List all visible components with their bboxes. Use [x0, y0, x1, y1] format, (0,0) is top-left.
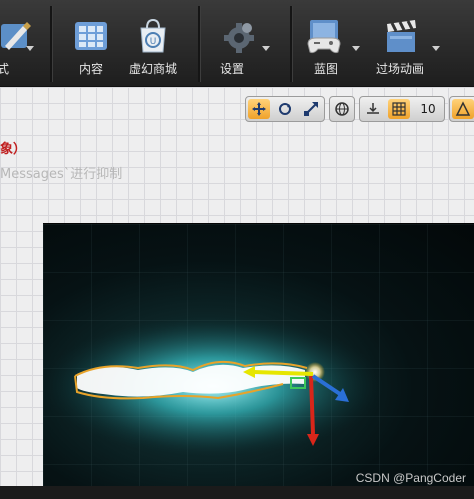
toolbar-marketplace-label: 虚幻商城	[128, 62, 177, 76]
translate-arrows-icon	[252, 102, 266, 116]
toolbar-content-label: 内容	[78, 62, 103, 76]
rotate-tool-button[interactable]	[274, 99, 296, 119]
watermark-text: CSDN @PangCoder	[355, 471, 466, 485]
transform-tools-group	[245, 96, 325, 122]
translate-tool-button[interactable]	[248, 99, 270, 119]
grid-icon	[392, 102, 406, 116]
mode-dropdown-arrow-icon[interactable]	[26, 46, 34, 51]
particle-preview-panel[interactable]: CSDN @PangCoder	[43, 223, 474, 486]
grid-snap-value-dropdown[interactable]: 10	[414, 99, 442, 119]
level-viewport[interactable]: 10 象） Messages`进行抑制 CSDN @PangCoder	[0, 87, 474, 486]
toolbar-blueprints-label: 蓝图	[313, 62, 338, 76]
warning-message-text: Messages`进行抑制	[0, 167, 123, 182]
viewport-toolbar: 10	[245, 96, 474, 122]
sword-trail-effect	[43, 316, 383, 456]
toolbar-marketplace-button[interactable]: U 虚幻商城	[121, 8, 185, 80]
toolbar-mode-label: 式	[0, 62, 9, 76]
toolbar-cinematics-button[interactable]: 过场动画	[368, 8, 444, 80]
main-toolbar: 式 内容 U 虚幻商城 设置 蓝图 过场动画	[0, 0, 474, 87]
bottom-status-strip	[0, 486, 474, 499]
snap-tools-group: 10	[359, 96, 445, 122]
toolbar-cinematics-label: 过场动画	[375, 62, 424, 76]
grid-snap-value: 10	[420, 102, 436, 116]
surface-snap-icon	[367, 103, 379, 114]
content-icon	[75, 22, 107, 50]
settings-dropdown-arrow-icon[interactable]	[262, 46, 270, 51]
world-space-button[interactable]	[331, 99, 353, 119]
blueprint-controller-icon	[307, 20, 341, 54]
cinematics-dropdown-arrow-icon[interactable]	[432, 46, 440, 51]
blueprints-dropdown-arrow-icon[interactable]	[352, 46, 360, 51]
settings-gear-icon	[224, 23, 254, 53]
globe-icon	[335, 102, 349, 116]
rotate-icon	[279, 103, 291, 115]
cinematics-clapper-icon	[387, 20, 417, 52]
toolbar-blueprints-button[interactable]: 蓝图	[298, 8, 364, 80]
svg-text:U: U	[150, 37, 157, 47]
marketplace-icon: U	[140, 18, 166, 53]
toolbar-settings-label: 设置	[219, 62, 244, 76]
rotation-snap-group	[449, 96, 474, 122]
scale-tool-button[interactable]	[300, 99, 322, 119]
toolbar-settings-button[interactable]: 设置	[208, 8, 270, 80]
angle-snap-icon	[455, 101, 471, 116]
surface-snap-button[interactable]	[362, 99, 384, 119]
world-local-toggle[interactable]	[329, 96, 355, 122]
toolbar-mode-button[interactable]: 式	[0, 8, 44, 80]
warning-title-text: 象）	[0, 142, 27, 157]
scale-icon	[304, 102, 318, 116]
rotation-snap-button[interactable]	[452, 99, 474, 119]
grid-snap-button[interactable]	[388, 99, 410, 119]
toolbar-content-button[interactable]: 内容	[63, 8, 119, 80]
